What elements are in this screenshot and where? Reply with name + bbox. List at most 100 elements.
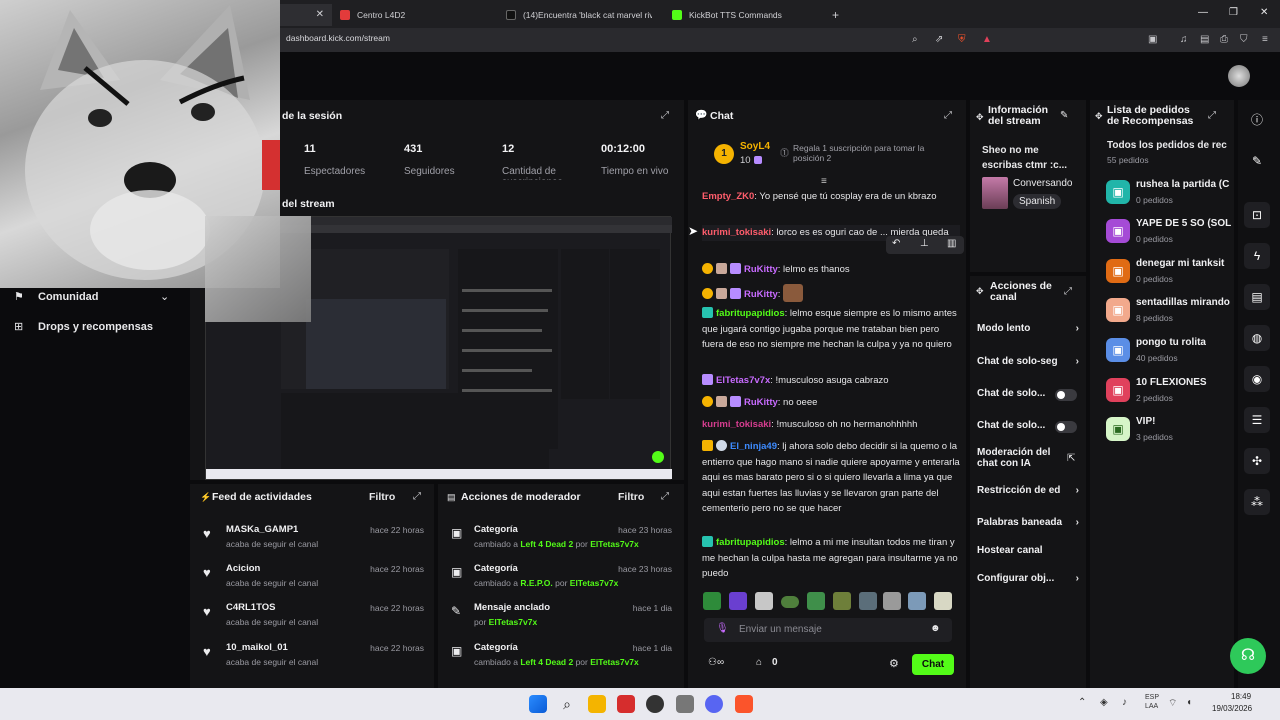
expand-icon[interactable]: ⤢: [1064, 286, 1072, 297]
emote-only-toggle[interactable]: [1055, 421, 1077, 433]
chat-username[interactable]: kurimi_tokisaki: [702, 227, 771, 238]
start-menu-icon[interactable]: [529, 695, 547, 713]
mod-filter-button[interactable]: Filtro: [618, 491, 644, 503]
brave-shield-icon[interactable]: ⛨: [958, 34, 966, 45]
emoji-icon[interactable]: ☻: [930, 623, 941, 634]
mic-icon[interactable]: ♪: [1122, 697, 1127, 708]
chat-input-box[interactable]: 🎙 Enviar un mensaje ☻: [704, 618, 952, 642]
gifter-name[interactable]: SoyL4: [740, 141, 770, 152]
vpn-icon[interactable]: ⛉: [1240, 34, 1248, 45]
reward-item[interactable]: ▣ YAPE DE 5 SO (SOL 0 pedidos: [1106, 217, 1232, 251]
menu-icon[interactable]: ≡: [1262, 34, 1268, 45]
emote-icon[interactable]: [833, 592, 851, 610]
share-icon[interactable]: ⇗: [935, 34, 943, 45]
user-settings-icon[interactable]: ⚇∞: [708, 657, 724, 668]
support-button[interactable]: ☊: [1230, 638, 1266, 674]
maximize-button[interactable]: ❐: [1229, 7, 1238, 18]
collapse-icon[interactable]: ≡: [821, 176, 827, 187]
tab-tiktok[interactable]: (14)Encuentra 'black cat marvel rivals: [498, 4, 660, 26]
edit-icon[interactable]: ✎: [1244, 148, 1270, 174]
chat-bubble-icon[interactable]: ◍: [1244, 325, 1270, 351]
reward-item[interactable]: ▣ VIP! 3 pedidos: [1106, 415, 1232, 449]
zoom-icon[interactable]: ⌕: [912, 34, 918, 45]
clock-time[interactable]: 18:49: [1231, 692, 1251, 701]
gear-icon[interactable]: ⚙: [889, 657, 899, 670]
reward-item[interactable]: ▣ rushea la partida (C 0 pedidos: [1106, 178, 1232, 212]
configure-goal-action[interactable]: Configurar obj... ›: [977, 573, 1081, 584]
emote-icon[interactable]: [883, 592, 901, 610]
emote-icon[interactable]: [859, 592, 877, 610]
close-window-button[interactable]: ✕: [1260, 7, 1268, 18]
expand-icon[interactable]: ⤢: [944, 110, 952, 121]
translate-icon[interactable]: ⎙: [1220, 34, 1228, 45]
apps-icon[interactable]: ⁂: [1244, 489, 1270, 515]
reward-item[interactable]: ▣ sentadillas mirando 8 pedidos: [1106, 296, 1232, 330]
expand-icon[interactable]: ⤢: [661, 110, 669, 121]
brave-icon[interactable]: [735, 695, 753, 713]
tab-active[interactable]: ✕: [280, 4, 332, 26]
brave-rewards-icon[interactable]: ▲: [982, 34, 992, 45]
info-icon[interactable]: ⓘ: [1244, 107, 1270, 133]
delete-icon[interactable]: ▥: [947, 238, 956, 249]
close-tab-icon[interactable]: ✕: [316, 9, 324, 20]
new-tab-button[interactable]: +: [824, 4, 847, 26]
chat-username[interactable]: RuKitty: [744, 397, 778, 408]
tab-kickbot[interactable]: KickBot TTS Commands: [664, 4, 826, 26]
chat-username[interactable]: fabritupapidios: [716, 537, 785, 548]
emote-icon[interactable]: [755, 592, 773, 610]
all-requests-label[interactable]: Todos los pedidos de rec: [1107, 140, 1233, 151]
broadcast-icon[interactable]: ◉: [1244, 366, 1270, 392]
emote-icon[interactable]: [908, 592, 926, 610]
camera-icon[interactable]: ⊡: [1244, 202, 1270, 228]
sub-only-action[interactable]: Chat de solo...: [977, 388, 1081, 401]
slow-mode-action[interactable]: Modo lento ›: [977, 323, 1081, 334]
mic-icon[interactable]: 🎙: [716, 623, 729, 634]
follower-name[interactable]: C4RL1TOS: [226, 602, 275, 613]
volume-icon[interactable]: ◖: [1186, 697, 1192, 708]
follower-name[interactable]: MASKa_GAMP1: [226, 524, 298, 535]
emote-icon[interactable]: [781, 596, 799, 608]
search-icon[interactable]: ⌕: [558, 695, 576, 713]
user-avatar[interactable]: [1228, 65, 1250, 87]
chevron-up-icon[interactable]: ⌃: [1078, 697, 1086, 708]
expand-icon[interactable]: ⤢: [413, 491, 421, 502]
external-link-icon[interactable]: ⇱: [1067, 453, 1075, 464]
emote-icon[interactable]: [807, 592, 825, 610]
store-icon[interactable]: ⌂: [756, 657, 762, 668]
edit-icon[interactable]: ✎: [1060, 110, 1068, 121]
follower-name[interactable]: 10_maikol_01: [226, 642, 288, 653]
chat-username[interactable]: RuKitty: [744, 264, 778, 275]
emote-icon[interactable]: [729, 592, 747, 610]
chat-username[interactable]: El_ninja49: [730, 441, 777, 452]
ai-moderation-action[interactable]: Moderación del chat con IA: [977, 447, 1073, 469]
host-channel-action[interactable]: Hostear canal: [977, 545, 1081, 556]
obs-icon[interactable]: [646, 695, 664, 713]
category-name[interactable]: Conversando: [1013, 178, 1086, 189]
sidebar-toggle-icon[interactable]: ▣: [1148, 34, 1157, 45]
banned-words-action[interactable]: Palabras baneada ›: [977, 517, 1081, 528]
music-icon[interactable]: ♫: [1180, 34, 1188, 45]
chat-username[interactable]: RuKitty: [744, 289, 778, 300]
document-icon[interactable]: ▤: [1244, 284, 1270, 310]
url-field[interactable]: dashboard.kick.com/stream: [286, 33, 390, 43]
tab-centro-l4d2[interactable]: Centro L4D2: [332, 4, 494, 26]
follower-name[interactable]: Acicion: [226, 563, 260, 574]
followers-only-action[interactable]: Chat de solo-seg ›: [977, 356, 1081, 367]
app-icon[interactable]: [676, 695, 694, 713]
server-icon[interactable]: ☰: [1244, 407, 1270, 433]
emote-icon[interactable]: [934, 592, 952, 610]
sidebar-item-drops[interactable]: ⊞ Drops y recompensas: [14, 320, 182, 336]
clock-date[interactable]: 19/03/2026: [1212, 704, 1252, 713]
chat-username[interactable]: ElTetas7v7x: [716, 375, 770, 386]
reward-item[interactable]: ▣ pongo tu rolita 40 pedidos: [1106, 336, 1232, 370]
send-chat-button[interactable]: Chat: [912, 654, 954, 675]
edit-restriction-action[interactable]: Restricción de ed ›: [977, 485, 1081, 496]
pin-icon[interactable]: ⊥: [920, 238, 929, 249]
reward-item[interactable]: ▣ denegar mi tanksit 0 pedidos: [1106, 257, 1232, 291]
sub-only-toggle[interactable]: [1055, 389, 1077, 401]
emote-only-action[interactable]: Chat de solo...: [977, 420, 1081, 433]
lightning-icon[interactable]: ϟ: [1244, 243, 1270, 269]
wrench-icon[interactable]: ✣: [1244, 448, 1270, 474]
chat-username[interactable]: kurimi_tokisaki: [702, 419, 771, 430]
network-icon[interactable]: ◈: [1100, 697, 1108, 708]
